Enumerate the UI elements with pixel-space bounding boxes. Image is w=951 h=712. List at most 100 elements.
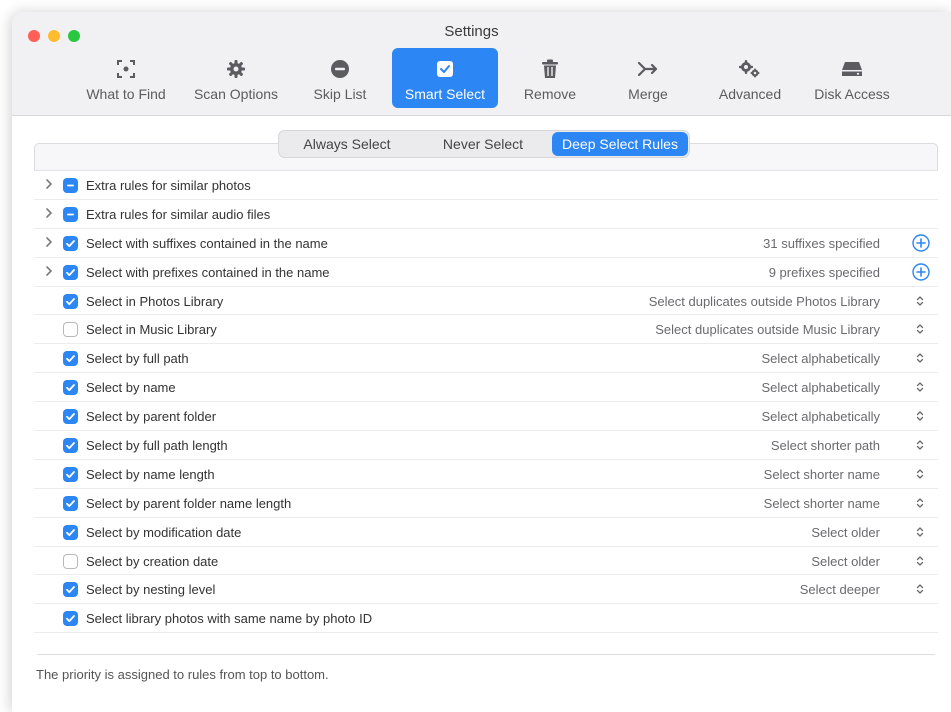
rule-option-popup[interactable]: Select shorter path [771, 438, 880, 453]
updown-chevron-icon[interactable] [912, 466, 928, 482]
tab-merge[interactable]: Merge [604, 48, 692, 108]
rule-row: Select by parent folder Select alphabetic… [34, 402, 938, 432]
disclosure-chevron-icon[interactable] [45, 207, 55, 221]
updown-chevron-icon[interactable] [912, 553, 928, 569]
rule-label: Select by parent folder name length [86, 495, 292, 511]
rule-checkbox[interactable] [63, 524, 78, 540]
rule-label: Select by name [86, 380, 176, 396]
updown-chevron-icon[interactable] [912, 379, 928, 395]
rule-value: 31 suffixes specified [763, 235, 880, 251]
rule-row: Select in Music Library Select duplicates… [34, 315, 938, 345]
tab-disk-access[interactable]: Disk Access [804, 48, 900, 108]
rule-option-popup[interactable]: Select alphabetically [761, 380, 880, 395]
rule-option-popup[interactable]: Select shorter name [764, 467, 880, 482]
rule-option-popup[interactable]: Select older [811, 554, 880, 569]
rule-label: Select library photos with same name by … [86, 611, 373, 627]
rule-option-popup[interactable]: Select duplicates outside Music Library [655, 322, 880, 337]
rule-option-popup[interactable]: Select duplicates outside Photos Library [649, 294, 880, 309]
rule-label: Select by full path [86, 351, 189, 367]
rule-checkbox[interactable] [63, 409, 78, 425]
updown-chevron-icon[interactable] [912, 293, 928, 309]
rule-label: Select with prefixes contained in the na… [86, 264, 330, 280]
tab-label: What to Find [86, 86, 166, 102]
updown-chevron-icon[interactable] [912, 437, 928, 453]
rule-row: Select by parent folder name length Selec… [34, 489, 938, 518]
segment-deep-select-rules[interactable]: Deep Select Rules [552, 132, 688, 156]
rule-checkbox[interactable] [63, 206, 78, 222]
tab-what-to-find[interactable]: What to Find [76, 48, 176, 108]
rule-checkbox[interactable] [63, 466, 78, 482]
updown-chevron-icon[interactable] [912, 524, 928, 540]
disclosure-chevron-icon[interactable] [45, 265, 55, 279]
tab-skip-list[interactable]: Skip List [296, 48, 384, 108]
rule-label: Select by modification date [86, 524, 242, 540]
rule-label: Extra rules for similar audio files [86, 206, 271, 222]
segment-always-select[interactable]: Always Select [279, 131, 415, 157]
rule-row: Extra rules for similar photos [34, 171, 938, 200]
rule-label: Select by nesting level [86, 582, 216, 598]
settings-window: Settings What to Find Scan Options Skip … [12, 12, 951, 712]
settings-toolbar: What to Find Scan Options Skip List Smar… [12, 48, 951, 108]
updown-chevron-icon[interactable] [912, 495, 928, 511]
gear-icon [226, 56, 246, 82]
rule-row: Select by name length Select shorter name [34, 460, 938, 489]
tab-label: Merge [628, 86, 668, 102]
rule-row: Select library photos with same name by … [34, 604, 938, 634]
rule-label: Select in Photos Library [86, 293, 224, 309]
rule-label: Extra rules for similar photos [86, 178, 251, 193]
rule-label: Select by parent folder [86, 409, 217, 425]
rule-row: Select by modification date Select older [34, 518, 938, 547]
tab-scan-options[interactable]: Scan Options [184, 48, 288, 108]
rule-row: Select by name Select alphabetically [34, 373, 938, 403]
updown-chevron-icon[interactable] [912, 408, 928, 424]
rule-checkbox[interactable] [63, 351, 78, 367]
rule-label: Select by name length [86, 466, 215, 482]
rule-row: Select in Photos Library Select duplicate… [34, 287, 938, 316]
tab-advanced[interactable]: Advanced [702, 48, 798, 108]
rule-checkbox[interactable] [63, 322, 78, 338]
segment-never-select[interactable]: Never Select [415, 131, 551, 157]
rule-option-popup[interactable]: Select deeper [800, 582, 880, 597]
rule-checkbox[interactable] [63, 264, 78, 280]
merge-arrow-icon [637, 56, 659, 82]
rule-label: Select with suffixes contained in the na… [86, 235, 328, 251]
rule-option-popup[interactable]: Select alphabetically [761, 409, 880, 424]
rule-checkbox[interactable] [63, 380, 78, 396]
updown-chevron-icon[interactable] [912, 321, 928, 337]
tab-remove[interactable]: Remove [506, 48, 594, 108]
disclosure-chevron-icon[interactable] [45, 178, 55, 192]
titlebar: Settings What to Find Scan Options Skip … [12, 12, 951, 116]
checkbox-icon [435, 56, 455, 82]
rule-row: Select with suffixes contained in the na… [34, 229, 938, 258]
tab-smart-select[interactable]: Smart Select [392, 48, 498, 108]
tab-label: Disk Access [814, 86, 890, 102]
gears-icon [738, 56, 762, 82]
updown-chevron-icon[interactable] [912, 581, 928, 597]
rules-table: Extra rules for similar photos Extra rule… [34, 170, 938, 654]
rule-checkbox[interactable] [63, 611, 78, 627]
disk-icon [841, 56, 863, 82]
rule-checkbox[interactable] [63, 235, 78, 251]
rule-checkbox[interactable] [63, 438, 78, 454]
priority-note: The priority is assigned to rules from t… [36, 667, 329, 682]
rule-checkbox[interactable] [63, 495, 78, 511]
updown-chevron-icon[interactable] [912, 350, 928, 366]
rule-checkbox[interactable] [63, 293, 78, 309]
add-circle-icon[interactable] [912, 234, 930, 252]
rule-checkbox[interactable] [63, 553, 78, 569]
rule-option-popup[interactable]: Select older [811, 525, 880, 540]
add-circle-icon[interactable] [912, 262, 930, 281]
rule-option-popup[interactable]: Select alphabetically [761, 351, 880, 366]
rule-checkbox[interactable] [63, 178, 78, 193]
disclosure-chevron-icon[interactable] [45, 236, 55, 250]
rule-option-popup[interactable]: Select shorter name [764, 496, 880, 511]
minus-circle-icon [330, 56, 350, 82]
tab-label: Advanced [718, 86, 782, 102]
rule-row: Select by creation date Select older [34, 547, 938, 576]
rule-value: 9 prefixes specified [768, 264, 880, 280]
rule-label: Select by creation date [86, 553, 219, 569]
rule-row: Select by full path length Select shorter… [34, 431, 938, 460]
tab-label: Scan Options [193, 86, 279, 102]
rule-label: Select in Music Library [86, 322, 217, 338]
rule-checkbox[interactable] [63, 582, 78, 598]
